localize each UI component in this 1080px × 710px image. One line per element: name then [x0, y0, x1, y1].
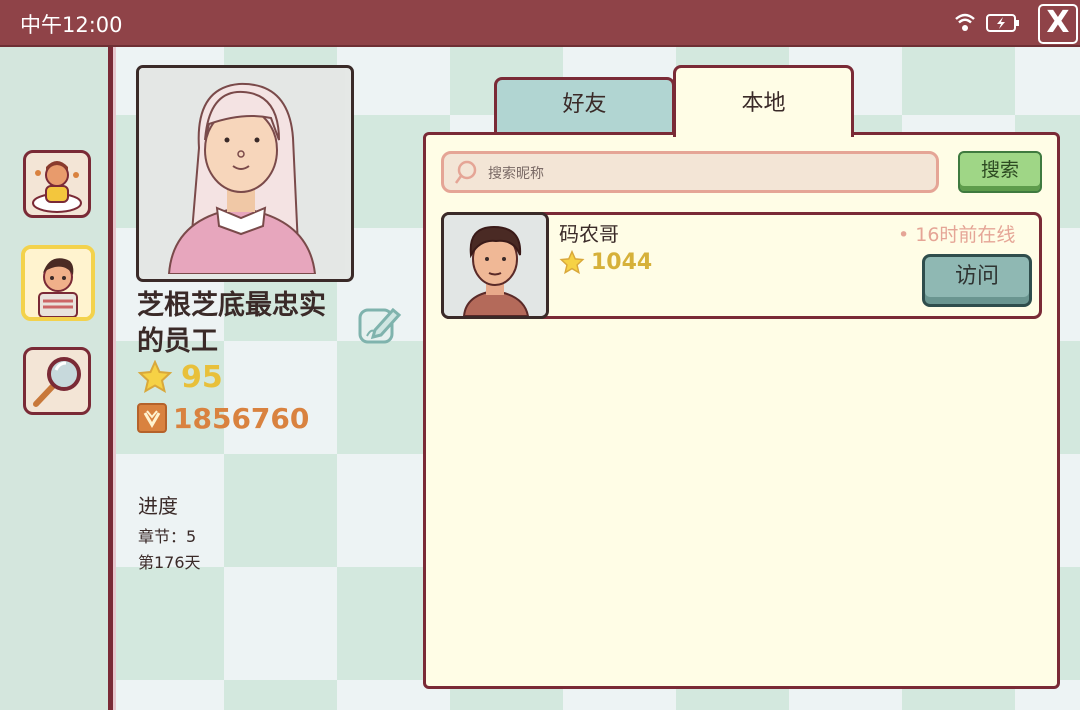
star-icon: [137, 359, 173, 394]
tab-local[interactable]: 本地: [673, 65, 854, 137]
sidebar-item-social[interactable]: [23, 150, 91, 218]
progress-title: 进度: [138, 494, 178, 518]
coin-icon: [137, 403, 167, 433]
search-icon: [454, 160, 477, 184]
profile-portrait: [136, 65, 354, 282]
player-coins: 1856760: [137, 402, 309, 437]
player-name: 芝根芝底最忠实的员工: [137, 290, 326, 357]
friend-stars: 1044: [559, 249, 652, 279]
edit-name-icon[interactable]: [357, 302, 403, 346]
magnifier-icon: [33, 357, 81, 407]
friend-portrait: [444, 215, 546, 316]
chapter-label: 章节：5: [138, 527, 197, 546]
friend-stars-count: 1044: [591, 250, 653, 275]
coins-count: 1856760: [173, 402, 310, 435]
star-icon: [559, 249, 585, 275]
visit-button[interactable]: 访问: [922, 254, 1032, 307]
search-input[interactable]: [486, 160, 920, 188]
friend-avatar: [441, 212, 549, 319]
player-avatar: [139, 68, 345, 275]
close-button[interactable]: X: [1038, 4, 1078, 44]
status-bar: 中午12:00 X: [0, 0, 1080, 47]
people-icon: [32, 161, 82, 213]
search-button[interactable]: 搜索: [958, 151, 1042, 193]
tab-friends[interactable]: 好友: [494, 77, 675, 135]
stars-count: 95: [181, 360, 223, 395]
day-label: 第176天: [138, 553, 201, 572]
search-field[interactable]: [441, 151, 939, 193]
friend-name: 码农哥: [559, 222, 619, 246]
close-icon: X: [1046, 5, 1070, 40]
wifi-icon: [955, 13, 975, 31]
friend-online-status: • 16时前在线: [898, 224, 1016, 246]
sidebar-item-search[interactable]: [23, 347, 91, 415]
clock: 中午12:00: [20, 13, 123, 37]
player-stars: 95: [137, 359, 223, 396]
sidebar-item-profile[interactable]: [21, 245, 95, 321]
avatar-icon: [25, 249, 91, 317]
battery-icon: [986, 14, 1019, 32]
